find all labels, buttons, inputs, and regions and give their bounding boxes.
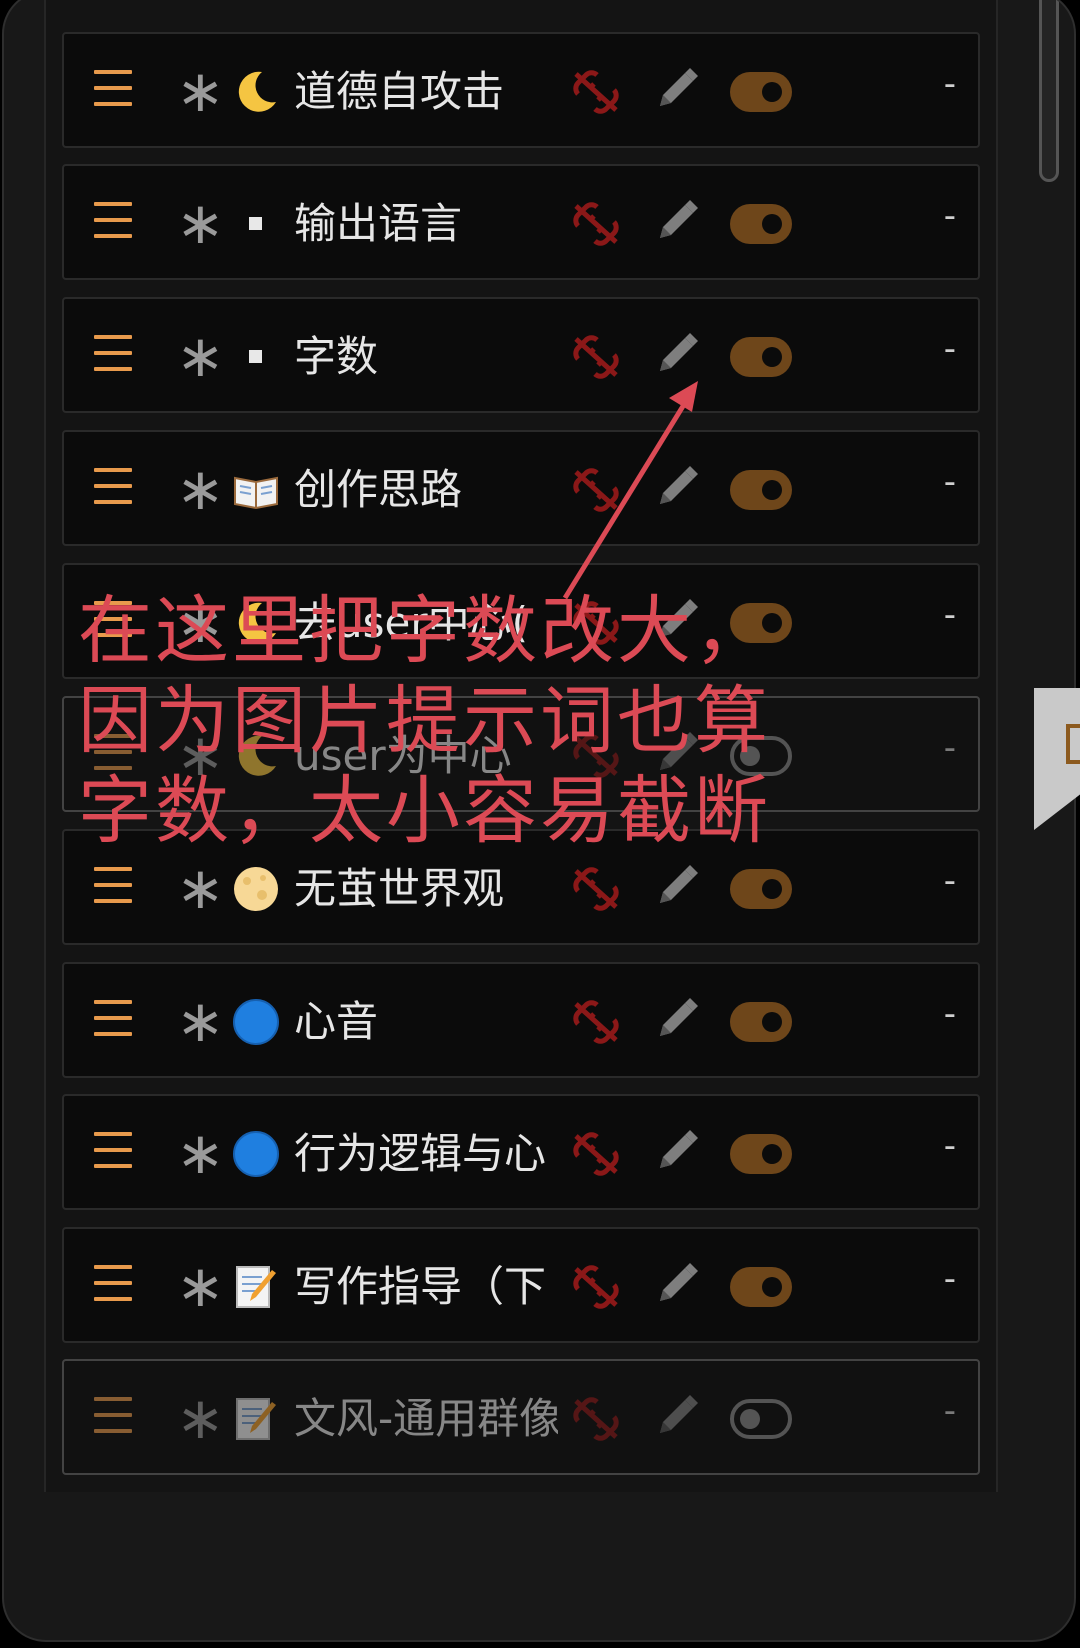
annotation-line: 在这里把字数改大， xyxy=(78,588,771,674)
drag-handle-icon[interactable] xyxy=(94,867,132,907)
prompt-name: 无茧世界观 xyxy=(294,864,505,913)
drag-handle-icon[interactable] xyxy=(94,1265,132,1305)
book-icon xyxy=(1066,724,1080,764)
edit-pencil-icon[interactable] xyxy=(654,66,698,114)
edit-pencil-icon[interactable] xyxy=(654,1393,698,1441)
unlink-icon[interactable] xyxy=(570,865,622,913)
prompt-name: 写作指导（下 xyxy=(294,1262,547,1311)
prompt-row[interactable]: ∗ 输出语言 - xyxy=(62,164,980,280)
full-moon-icon xyxy=(232,865,280,913)
unlink-icon[interactable] xyxy=(570,68,622,116)
edit-pencil-icon[interactable] xyxy=(654,464,698,512)
token-count: - xyxy=(943,728,956,768)
asterisk-icon: ∗ xyxy=(176,57,225,125)
memo-icon xyxy=(232,1263,280,1311)
token-count: - xyxy=(943,595,956,635)
unlink-icon[interactable] xyxy=(570,1130,622,1178)
blue-circle-icon xyxy=(232,1130,280,1178)
unlink-icon[interactable] xyxy=(570,1395,622,1443)
unlink-icon[interactable] xyxy=(570,200,622,248)
small-square-icon xyxy=(232,333,280,381)
token-count: - xyxy=(943,994,956,1034)
unlink-icon[interactable] xyxy=(570,998,622,1046)
asterisk-icon: ∗ xyxy=(176,322,225,390)
prompt-row[interactable]: ∗ 行为逻辑与心 - xyxy=(62,1094,980,1210)
prompt-name: 心音 xyxy=(294,997,379,1046)
token-count: - xyxy=(943,861,956,901)
asterisk-icon: ∗ xyxy=(176,1252,225,1320)
blue-circle-icon xyxy=(232,998,280,1046)
prompt-row[interactable]: ∗ 创作思路 - xyxy=(62,430,980,546)
enable-toggle[interactable] xyxy=(730,1399,792,1439)
prompt-row[interactable]: ∗ 字数 - xyxy=(62,297,980,413)
prompt-row[interactable]: ∗ 心音 - xyxy=(62,962,980,1078)
token-count: - xyxy=(943,1126,956,1166)
memo-icon xyxy=(232,1395,280,1443)
edit-pencil-icon[interactable] xyxy=(654,1261,698,1309)
edit-pencil-icon[interactable] xyxy=(654,863,698,911)
drag-handle-icon[interactable] xyxy=(94,1397,132,1437)
prompt-row[interactable]: ∗ 道德自攻击 - xyxy=(62,32,980,148)
moon-icon xyxy=(232,68,280,116)
enable-toggle[interactable] xyxy=(730,1267,792,1307)
prompt-name: 字数 xyxy=(294,332,379,381)
annotation-line: 因为图片提示词也算 xyxy=(78,678,771,764)
drag-handle-icon[interactable] xyxy=(94,1132,132,1172)
small-square-icon xyxy=(232,200,280,248)
asterisk-icon: ∗ xyxy=(176,1119,225,1187)
enable-toggle[interactable] xyxy=(730,470,792,510)
edit-pencil-icon[interactable] xyxy=(654,996,698,1044)
enable-toggle[interactable] xyxy=(730,869,792,909)
prompt-row[interactable]: ∗ 文风-通用群像 - xyxy=(62,1359,980,1475)
prompt-name: 文风-通用群像 xyxy=(294,1394,558,1443)
token-count: - xyxy=(943,462,956,502)
token-count: - xyxy=(943,1391,956,1431)
prompt-name: 道德自攻击 xyxy=(294,67,505,116)
prompt-name: 输出语言 xyxy=(294,199,463,248)
unlink-icon[interactable] xyxy=(570,1263,622,1311)
token-count: - xyxy=(943,1259,956,1299)
prompt-name: 行为逻辑与心 xyxy=(294,1129,547,1178)
open-book-icon xyxy=(232,466,280,514)
asterisk-icon: ∗ xyxy=(176,189,225,257)
enable-toggle[interactable] xyxy=(730,204,792,244)
unlink-icon[interactable] xyxy=(570,466,622,514)
scrollbar[interactable] xyxy=(1039,0,1059,182)
asterisk-icon: ∗ xyxy=(176,455,225,523)
annotation-line: 字数，太小容易截断 xyxy=(78,768,771,854)
drag-handle-icon[interactable] xyxy=(94,70,132,110)
annotation-text: 在这里把字数改大， 因为图片提示词也算 字数，太小容易截断 xyxy=(78,586,838,856)
prompt-row[interactable]: ∗ 写作指导（下 - xyxy=(62,1227,980,1343)
enable-toggle[interactable] xyxy=(730,1002,792,1042)
token-count: - xyxy=(943,196,956,236)
drag-handle-icon[interactable] xyxy=(94,335,132,375)
enable-toggle[interactable] xyxy=(730,337,792,377)
asterisk-icon: ∗ xyxy=(176,854,225,922)
token-count: - xyxy=(943,64,956,104)
unlink-icon[interactable] xyxy=(570,333,622,381)
asterisk-icon: ∗ xyxy=(176,987,225,1055)
enable-toggle[interactable] xyxy=(730,72,792,112)
drag-handle-icon[interactable] xyxy=(94,202,132,242)
edit-pencil-icon[interactable] xyxy=(654,198,698,246)
drag-handle-icon[interactable] xyxy=(94,1000,132,1040)
enable-toggle[interactable] xyxy=(730,1134,792,1174)
token-count: - xyxy=(943,329,956,369)
edit-pencil-icon[interactable] xyxy=(654,1128,698,1176)
edit-pencil-icon[interactable] xyxy=(654,331,698,379)
prompt-name: 创作思路 xyxy=(294,465,463,514)
asterisk-icon: ∗ xyxy=(176,1384,225,1452)
drag-handle-icon[interactable] xyxy=(94,468,132,508)
